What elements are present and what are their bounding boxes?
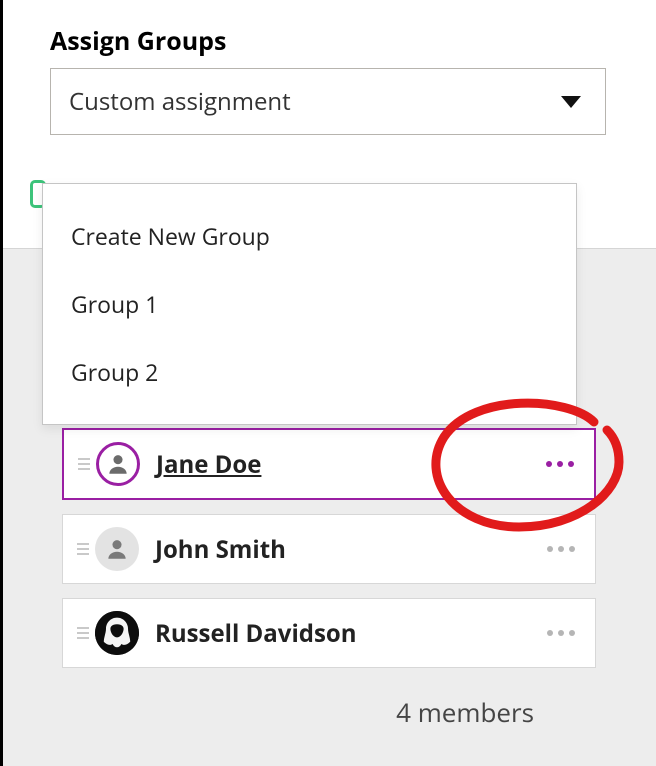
member-name: Russell Davidson (155, 617, 541, 650)
assignment-select[interactable]: Custom assignment (50, 68, 606, 135)
member-name: John Smith (155, 533, 541, 566)
member-row[interactable]: Jane Doe (62, 428, 596, 500)
user-icon (105, 451, 131, 477)
member-count: 4 members (62, 694, 534, 730)
dot-icon (547, 546, 553, 552)
more-options-button[interactable] (541, 624, 581, 642)
top-section: Assign Groups Custom assignment (0, 0, 656, 135)
custom-avatar-icon (95, 611, 139, 655)
avatar (95, 527, 139, 571)
dot-icon (568, 461, 574, 467)
user-icon (104, 536, 130, 562)
member-row[interactable]: Russell Davidson (62, 598, 596, 668)
dot-icon (569, 546, 575, 552)
dropdown-group-2[interactable]: Group 2 (43, 338, 576, 406)
member-name[interactable]: Jane Doe (156, 448, 540, 481)
member-row[interactable]: John Smith (62, 514, 596, 584)
more-options-button[interactable] (540, 455, 580, 473)
dot-icon (558, 630, 564, 636)
avatar (96, 442, 140, 486)
drag-handle-icon[interactable] (77, 627, 89, 639)
dot-icon (547, 630, 553, 636)
dropdown-create-new-group[interactable]: Create New Group (43, 202, 576, 270)
chevron-down-icon (561, 96, 581, 108)
avatar (95, 611, 139, 655)
dropdown-group-1[interactable]: Group 1 (43, 270, 576, 338)
drag-handle-icon[interactable] (78, 458, 90, 470)
assignment-select-value: Custom assignment (69, 85, 291, 118)
drag-handle-icon[interactable] (77, 543, 89, 555)
group-dropdown[interactable]: Create New Group Group 1 Group 2 (42, 183, 577, 425)
dot-icon (546, 461, 552, 467)
dot-icon (558, 546, 564, 552)
section-title: Assign Groups (50, 24, 606, 58)
member-list: Jane Doe John Smith (62, 428, 596, 682)
dot-icon (557, 461, 563, 467)
dot-icon (569, 630, 575, 636)
more-options-button[interactable] (541, 540, 581, 558)
